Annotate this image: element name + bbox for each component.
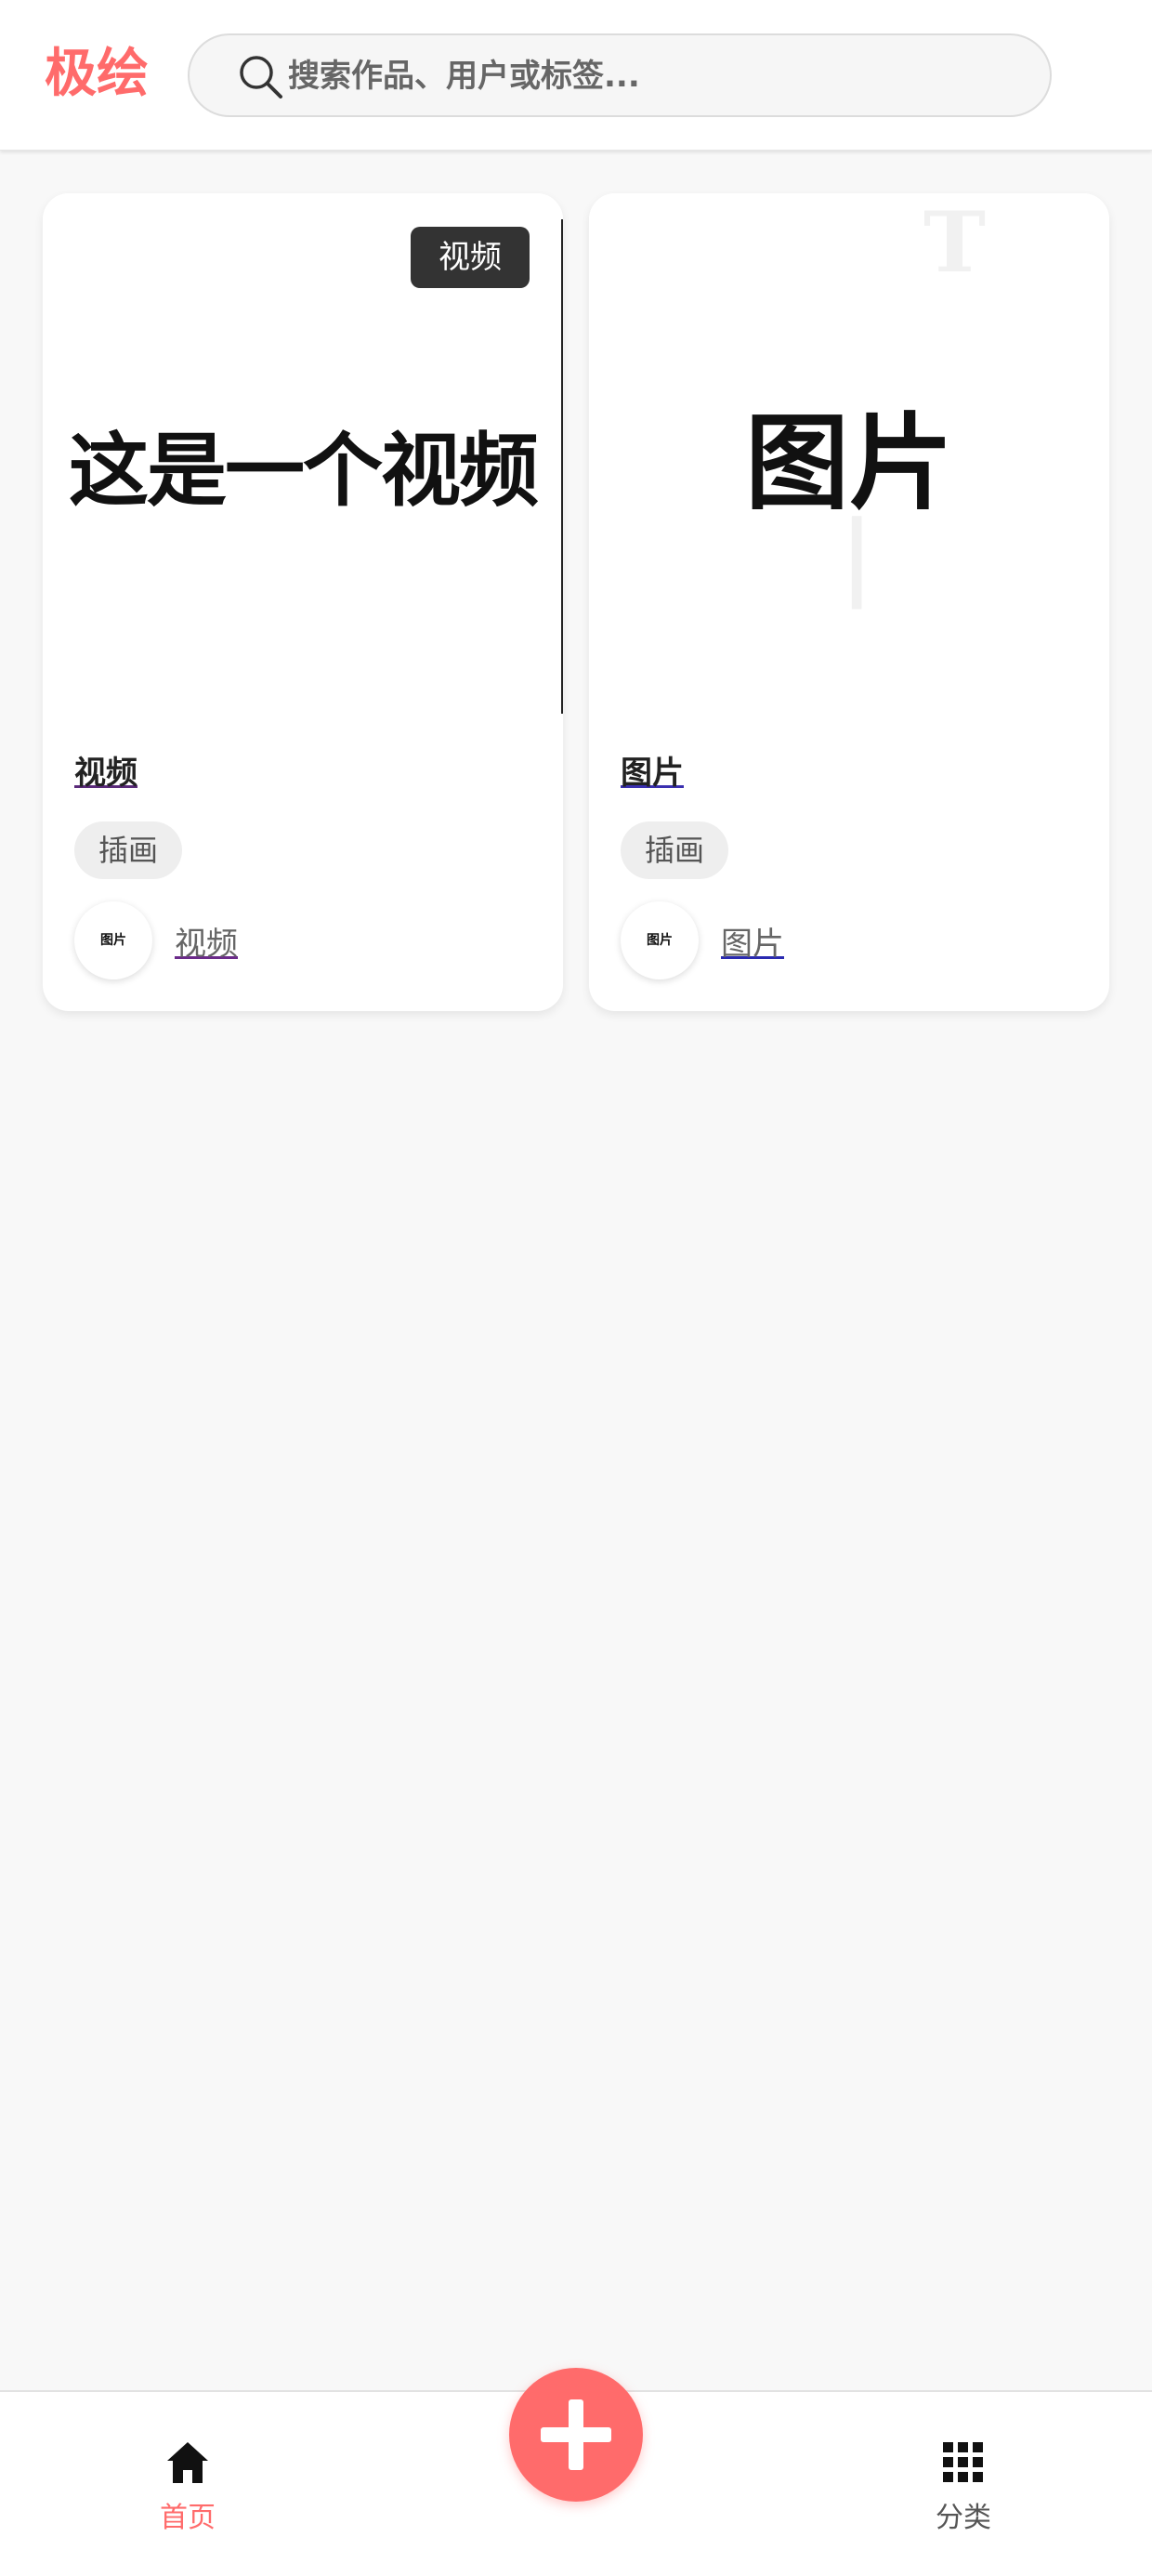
work-card[interactable]: 这是一个视频 视频 视频 插画 图片 视频 — [43, 193, 563, 1011]
thumbnail-text: 这是一个视频 — [69, 425, 539, 518]
grid-icon — [943, 2442, 983, 2482]
video-badge: 视频 — [411, 227, 530, 288]
home-icon — [167, 2442, 208, 2483]
nav-home[interactable]: 首页 — [132, 2438, 243, 2535]
author-avatar[interactable]: 图片 — [74, 901, 152, 979]
plus-icon — [569, 2399, 583, 2470]
nav-home-label: 首页 — [160, 2502, 216, 2534]
work-thumbnail[interactable]: T | 图片 — [589, 193, 1109, 714]
divider — [561, 219, 563, 714]
nav-category-label: 分类 — [936, 2502, 991, 2534]
background-decoration: T — [923, 193, 986, 292]
author-name[interactable]: 图片 — [721, 918, 784, 964]
author-avatar[interactable]: 图片 — [621, 901, 699, 979]
nav-category[interactable]: 分类 — [908, 2438, 1019, 2535]
search-icon — [240, 56, 282, 99]
search-input[interactable] — [288, 48, 1013, 104]
add-work-button[interactable] — [509, 2368, 643, 2502]
work-tag[interactable]: 插画 — [621, 821, 729, 879]
top-header: 极绘 — [0, 0, 1152, 151]
work-title[interactable]: 图片 — [621, 747, 684, 793]
thumbnail-text: 图片 — [745, 403, 953, 524]
work-thumbnail[interactable]: 这是一个视频 视频 — [43, 193, 563, 714]
search-bar[interactable] — [188, 33, 1052, 117]
author-name[interactable]: 视频 — [175, 918, 238, 964]
work-title[interactable]: 视频 — [74, 747, 137, 793]
work-tag[interactable]: 插画 — [74, 821, 183, 879]
work-card[interactable]: T | 图片 图片 插画 图片 图片 — [589, 193, 1109, 1011]
app-logo[interactable]: 极绘 — [45, 41, 149, 108]
